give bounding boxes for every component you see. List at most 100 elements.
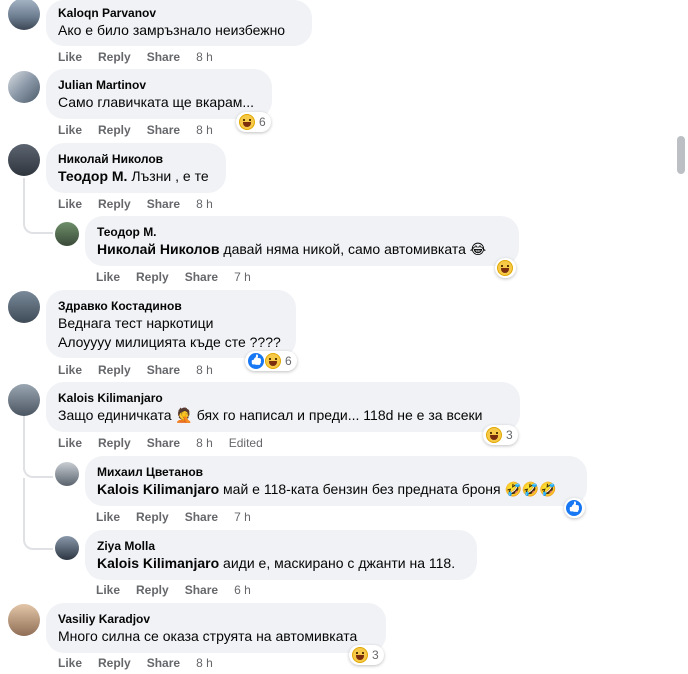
- comment-actions: Like Reply Share 7 h: [96, 269, 267, 285]
- comment-timestamp[interactable]: 8 h: [196, 362, 213, 378]
- mention-link[interactable]: Теодор М.: [58, 168, 127, 184]
- comment-author[interactable]: Julian Martinov: [58, 77, 260, 93]
- like-button[interactable]: Like: [58, 49, 82, 65]
- share-button[interactable]: Share: [147, 362, 180, 378]
- comment-bubble: Julian Martinov Само главичката ще вкара…: [46, 69, 272, 119]
- comment-timestamp[interactable]: 8 h: [196, 196, 213, 212]
- like-button[interactable]: Like: [58, 196, 82, 212]
- avatar[interactable]: [55, 222, 79, 246]
- like-button[interactable]: Like: [96, 509, 120, 525]
- mention-link[interactable]: Kalois Kilimanjaro: [97, 481, 219, 497]
- mention-link[interactable]: Николай Николов: [97, 241, 220, 257]
- thread-connector: [23, 534, 53, 550]
- reaction-summary[interactable]: [564, 498, 585, 518]
- share-button[interactable]: Share: [147, 49, 180, 65]
- comment-timestamp[interactable]: 6 h: [234, 582, 251, 598]
- reply-button[interactable]: Reply: [98, 49, 131, 65]
- avatar[interactable]: [55, 462, 79, 486]
- comment-actions: Like Reply Share 8 h: [58, 122, 229, 138]
- reaction-summary[interactable]: 6: [236, 112, 271, 132]
- like-button[interactable]: Like: [58, 362, 82, 378]
- like-button[interactable]: Like: [58, 435, 82, 451]
- comment-author[interactable]: Vasiliy Karadjov: [58, 611, 374, 627]
- avatar[interactable]: [55, 536, 79, 560]
- comment-author[interactable]: Kalois Kilimanjaro: [58, 390, 508, 406]
- comment-actions: Like Reply Share 8 h: [58, 196, 229, 212]
- reaction-summary[interactable]: 6: [245, 351, 297, 371]
- reply-button[interactable]: Reply: [98, 362, 131, 378]
- comment-author[interactable]: Михаил Цветанов: [97, 464, 575, 480]
- like-button[interactable]: Like: [58, 122, 82, 138]
- reply-button[interactable]: Reply: [98, 435, 131, 451]
- comment-author[interactable]: Теодор М.: [97, 224, 507, 240]
- share-button[interactable]: Share: [185, 582, 218, 598]
- reaction-count: 3: [506, 428, 513, 442]
- comment-actions: Like Reply Share 8 h Edited: [58, 435, 263, 451]
- comment-author[interactable]: Kaloqn Parvanov: [58, 5, 300, 21]
- comment-actions: Like Reply Share 8 h: [58, 49, 229, 65]
- thread-line: [23, 478, 25, 538]
- reaction-summary[interactable]: [495, 258, 516, 278]
- comment-timestamp[interactable]: 8 h: [196, 122, 213, 138]
- reply-button[interactable]: Reply: [98, 196, 131, 212]
- avatar[interactable]: [8, 144, 40, 176]
- comment-bubble: Kalois Kilimanjaro Защо единичката 🤦 бях…: [46, 382, 520, 432]
- avatar[interactable]: [8, 0, 40, 30]
- share-button[interactable]: Share: [147, 196, 180, 212]
- scrollbar-thumb[interactable]: [677, 136, 685, 174]
- comment-author[interactable]: Николай Николов: [58, 151, 214, 167]
- comment-author[interactable]: Ziya Molla: [97, 538, 465, 554]
- reaction-count: 6: [285, 354, 292, 368]
- share-button[interactable]: Share: [147, 655, 180, 671]
- share-button[interactable]: Share: [185, 269, 218, 285]
- comment-timestamp[interactable]: 8 h: [196, 655, 213, 671]
- reaction-count: 3: [372, 648, 379, 662]
- comment-bubble: Ziya Molla Kalois Kilimanjaro аиди е, ма…: [85, 530, 477, 580]
- comment-timestamp[interactable]: 8 h: [196, 435, 213, 451]
- comment-text-line: Веднага тест наркотици: [58, 315, 214, 331]
- reply-button[interactable]: Reply: [136, 509, 169, 525]
- reply-button[interactable]: Reply: [98, 122, 131, 138]
- comment-text: Защо единичката 🤦 бях го написал и преди…: [58, 407, 483, 423]
- edited-label[interactable]: Edited: [229, 435, 263, 451]
- comment-text: Николай Николов давай няма никой, само а…: [97, 241, 487, 257]
- comment-timestamp[interactable]: 7 h: [234, 269, 251, 285]
- comment-actions: Like Reply Share 7 h: [96, 509, 267, 525]
- reaction-count: 6: [259, 115, 266, 129]
- comment-text-line: Алоуууу милицията къде сте ????: [58, 334, 281, 350]
- comment-actions: Like Reply Share 8 h: [58, 362, 229, 378]
- comment-text: Kalois Kilimanjaro май е 118-ката бензин…: [97, 481, 557, 497]
- avatar[interactable]: [8, 291, 40, 323]
- comment-text: Теодор М. Лъзни , е те: [58, 168, 209, 184]
- avatar[interactable]: [8, 384, 40, 416]
- like-button[interactable]: Like: [96, 269, 120, 285]
- comment-author[interactable]: Здравко Костадинов: [58, 298, 284, 314]
- share-button[interactable]: Share: [147, 435, 180, 451]
- reply-button[interactable]: Reply: [136, 269, 169, 285]
- reply-button[interactable]: Reply: [136, 582, 169, 598]
- like-reaction-icon: [566, 500, 582, 516]
- share-button[interactable]: Share: [185, 509, 218, 525]
- share-button[interactable]: Share: [147, 122, 180, 138]
- comment-bubble: Теодор М. Николай Николов давай няма ник…: [85, 216, 519, 266]
- comment-bubble: Николай Николов Теодор М. Лъзни , е те: [46, 143, 226, 193]
- avatar[interactable]: [8, 71, 40, 103]
- comment-timestamp[interactable]: 7 h: [234, 509, 251, 525]
- haha-reaction-icon: [486, 427, 502, 443]
- reaction-summary[interactable]: 3: [483, 425, 518, 445]
- comment-text: Kalois Kilimanjaro аиди е, маскирано с д…: [97, 555, 456, 571]
- comment-bubble: Здравко Костадинов Веднага тест наркотиц…: [46, 290, 296, 358]
- comment-bubble: Vasiliy Karadjov Много силна се оказа ст…: [46, 603, 386, 653]
- comment-timestamp[interactable]: 8 h: [196, 49, 213, 65]
- comment-bubble: Михаил Цветанов Kalois Kilimanjaro май е…: [85, 456, 587, 506]
- mention-link[interactable]: Kalois Kilimanjaro: [97, 555, 219, 571]
- like-button[interactable]: Like: [58, 655, 82, 671]
- reaction-summary[interactable]: 3: [349, 645, 384, 665]
- thread-connector: [23, 462, 53, 478]
- like-button[interactable]: Like: [96, 582, 120, 598]
- avatar[interactable]: [8, 604, 40, 636]
- haha-reaction-icon: [265, 353, 281, 369]
- comment-bubble: Kaloqn Parvanov Ако е било замръзнало не…: [46, 0, 312, 46]
- haha-reaction-icon: [239, 114, 255, 130]
- reply-button[interactable]: Reply: [98, 655, 131, 671]
